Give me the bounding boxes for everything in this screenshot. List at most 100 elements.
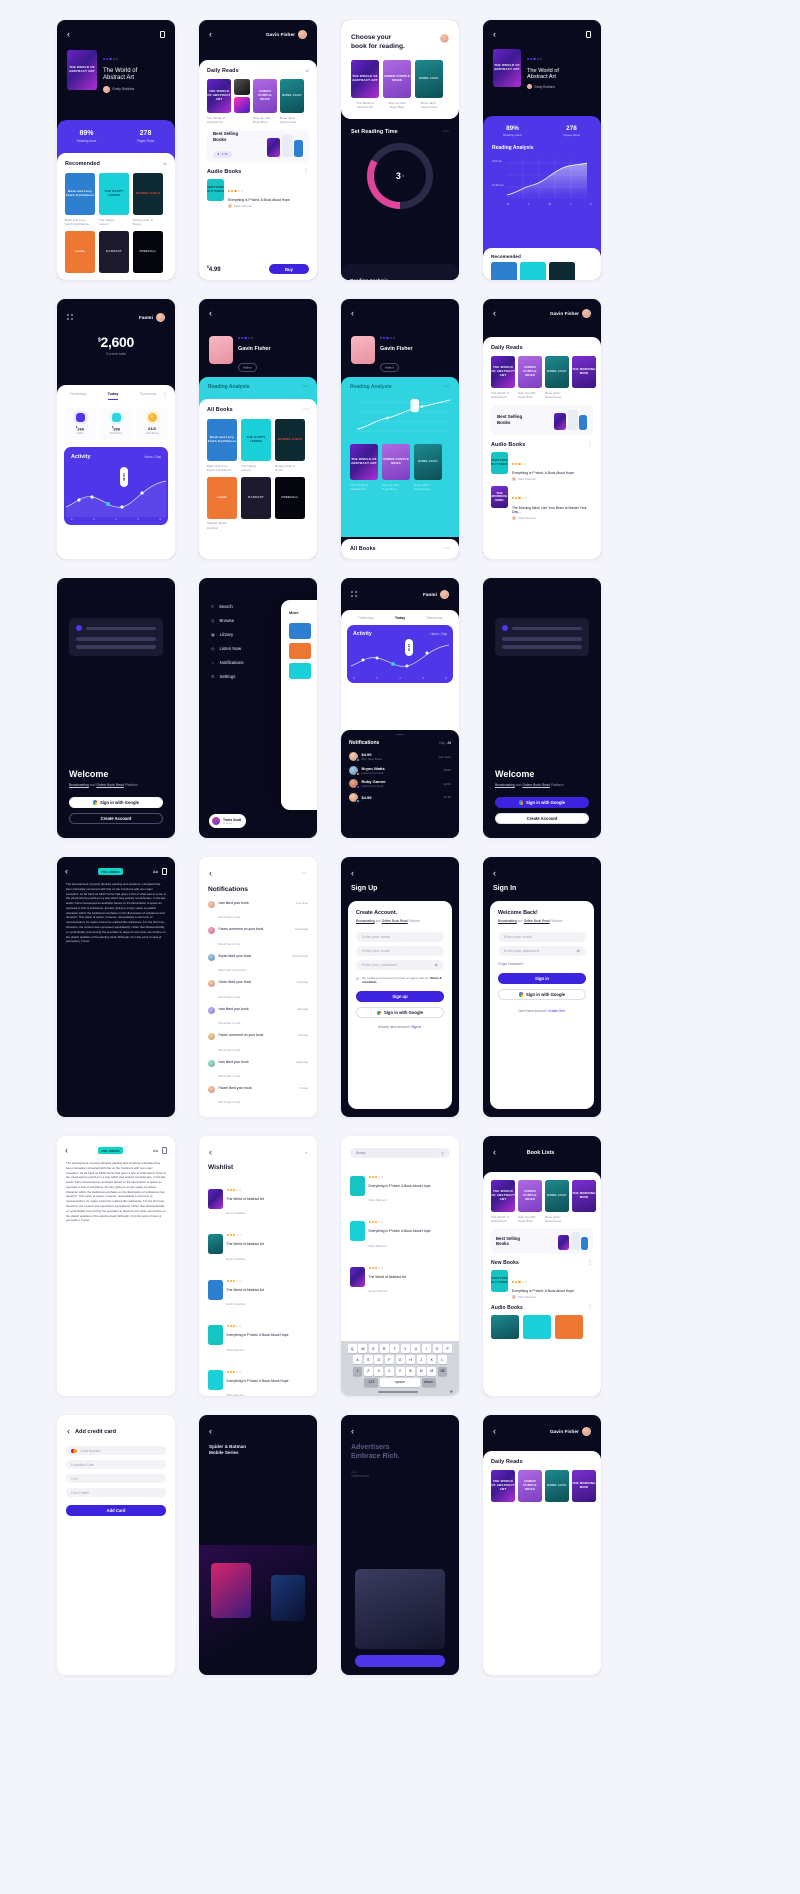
wishlist-item[interactable]: The World of Abstract Art Emily Robbins [208, 1269, 308, 1310]
kebab-icon[interactable]: ⋯ [444, 384, 450, 390]
search-result[interactable]: Everything is F*cked: A Book About Hope … [350, 1210, 450, 1251]
kebab-icon[interactable]: ⋮ [587, 442, 593, 448]
list-item[interactable]: Owen liked your book Book Day of Life Tu… [208, 980, 308, 1002]
kebab-icon[interactable]: ⋯ [443, 129, 449, 135]
back-icon[interactable]: ‹ [493, 869, 496, 878]
password-input[interactable]: Enter your password ◉ [498, 945, 586, 956]
back-icon[interactable]: ‹ [67, 1427, 70, 1436]
tab-yesterday[interactable]: Yesterday [70, 392, 87, 400]
screen-reading-analysis[interactable]: ‹ THE WORLD OF ABSTRACT ART The World of… [483, 20, 601, 280]
eye-icon[interactable]: ◉ [435, 962, 439, 967]
kebab-icon[interactable]: ⋯ [444, 546, 450, 552]
notification-item[interactable]: Ruby Garner Liked your book 12:00 [349, 779, 451, 790]
ads-cta-button[interactable] [355, 1655, 445, 1667]
tablet-icon[interactable] [160, 31, 165, 38]
search-input[interactable]: Every: ⚲ [350, 1148, 450, 1158]
back-icon[interactable]: ‹ [351, 869, 354, 878]
key-e[interactable]: E [369, 1344, 379, 1354]
avatar[interactable] [582, 1427, 591, 1436]
kebab-icon[interactable]: ⋯ [301, 871, 307, 877]
author-photo[interactable] [351, 335, 375, 364]
activity-card[interactable]: Activity Hours | Day 12:45 2 3 4 5 6 [64, 447, 168, 526]
screen-reader-light[interactable]: ‹ PRE-ORDER Aa The development of purely… [57, 1136, 175, 1396]
screen-daily-reads-3[interactable]: ‹ Gavin Fisher Daily Reads THE WORLD OF … [483, 1415, 601, 1675]
best-selling-banner[interactable]: Best Selling Books ★ 1.1K [207, 129, 309, 162]
google-signin-button[interactable]: Sign in with Google [498, 988, 586, 1000]
screen-side-menu[interactable]: ⚲ Search ◎ Browse ▣ Library ◎ Listen Now… [199, 578, 317, 838]
all-books-bar[interactable]: All Books ⋯ [341, 539, 459, 559]
list-item[interactable]: Ivan liked your book Book Day of Life Ju… [208, 901, 308, 923]
tablet-icon[interactable] [586, 31, 591, 38]
back-icon[interactable]: ‹ [351, 1427, 354, 1436]
key-o[interactable]: O [432, 1344, 442, 1354]
key-b[interactable]: B [406, 1366, 416, 1376]
font-size-icon[interactable]: Aa [153, 869, 158, 874]
avatar[interactable] [156, 313, 165, 322]
tab-today[interactable]: Today [107, 392, 119, 400]
back-icon[interactable]: ‹ [351, 309, 354, 318]
name-input[interactable]: Enter your name [356, 931, 444, 942]
signin-submit-button[interactable]: Sign in [498, 972, 586, 984]
terms-checkbox[interactable] [356, 976, 360, 981]
key-c[interactable]: C [384, 1366, 394, 1376]
preorder-badge[interactable]: PRE-ORDER [98, 868, 123, 875]
add-card-button[interactable]: Add Card [66, 1505, 166, 1516]
stat-card-sells[interactable]: $260 Sells [64, 408, 96, 441]
screen-wishlist[interactable]: ‹ ⍻ Wishlist The World of Abstract Art E… [199, 1136, 317, 1396]
screen-welcome[interactable]: Welcome Broadcasting and Online Book Rea… [57, 578, 175, 838]
key-s[interactable]: S [363, 1355, 373, 1365]
activity-toggle[interactable]: Hours | Day [144, 455, 161, 459]
best-selling-banner[interactable]: Best Selling Books [491, 404, 593, 435]
create-account-button[interactable]: Create Account [495, 813, 589, 824]
wishlist-item[interactable]: The World of Abstract Art Emily Robbins [208, 1178, 308, 1219]
key-q[interactable]: Q [347, 1344, 357, 1354]
reading-analysis-bar[interactable]: Reading Analysis [341, 264, 459, 280]
list-item[interactable]: Ivan liked your book Book Day of Life Mo… [208, 1006, 308, 1029]
numbers-key[interactable]: 123 [364, 1377, 379, 1387]
cover-thumb[interactable] [234, 97, 250, 113]
activity-toggle[interactable]: Hours | Day [430, 632, 447, 636]
key-d[interactable]: D [374, 1355, 384, 1365]
create-account-link[interactable]: Create One. [548, 1009, 565, 1013]
cover-thumb[interactable] [234, 79, 250, 95]
screen-author-analysis[interactable]: ‹ Gavin Fisher Author Reading Analysis ⋯ [341, 299, 459, 559]
key-z[interactable]: Z [363, 1366, 373, 1376]
card-holder-input[interactable]: Card Holder [66, 1488, 166, 1497]
grid-menu-icon[interactable] [67, 314, 74, 321]
screen-daily-reads-2[interactable]: ‹ Gavin Fisher Daily Reads THE WORLD OF … [483, 299, 601, 559]
expiration-input[interactable]: Expiration Date [66, 1460, 166, 1469]
drag-handle[interactable] [396, 734, 404, 736]
key-t[interactable]: T [390, 1344, 400, 1354]
screen-choose-book[interactable]: Choose your book for reading. THE WORLD … [341, 20, 459, 280]
home-indicator[interactable] [378, 1391, 419, 1394]
key-k[interactable]: K [427, 1355, 437, 1365]
stat-card-add-book[interactable]: + 01/3 Add Book [136, 408, 168, 441]
notification-item[interactable]: $4.99 Buy New Book Just Now [349, 752, 451, 763]
key-n[interactable]: N [416, 1366, 426, 1376]
screen-reader-dark[interactable]: ‹ PRE-ORDER Aa The development of purely… [57, 857, 175, 1117]
back-icon[interactable]: ‹ [209, 309, 212, 318]
promo-poster[interactable] [211, 1563, 251, 1618]
forgot-password-link[interactable]: Forgot Password? [498, 962, 586, 966]
grid-menu-icon[interactable] [351, 591, 358, 598]
back-icon[interactable]: ‹ [65, 1146, 68, 1155]
reading-time-dial[interactable]: 3 h [367, 142, 433, 209]
backspace-key[interactable]: ⌫ [437, 1366, 447, 1376]
screen-book-lists[interactable]: ‹ Book Lists THE WORLD OF ABSTRACT ART T… [483, 1136, 601, 1396]
key-h[interactable]: H [406, 1355, 416, 1365]
book-cover[interactable]: THE WORLD OF ABSTRACT ART [67, 49, 97, 90]
google-signin-button[interactable]: Sign in with Google [495, 797, 589, 808]
google-signin-button[interactable]: Sign in with Google [356, 1007, 444, 1019]
screen-promo[interactable]: ‹ Spider & Batman Mobile Series [199, 1415, 317, 1675]
screen-author-profile[interactable]: ‹ Gavin Fisher Author Reading Analysis ⋯… [199, 299, 317, 559]
space-key[interactable]: space [380, 1377, 420, 1387]
avatar[interactable] [298, 30, 307, 39]
key-y[interactable]: Y [400, 1344, 410, 1354]
wishlist-item[interactable]: The World of Abstract Art Emily Robbins [208, 1223, 308, 1264]
mini-player[interactable]: Travis Scott Ic Icons [209, 814, 247, 828]
buy-button[interactable]: Buy [269, 264, 309, 274]
font-size-icon[interactable]: Aa [153, 1148, 158, 1153]
back-icon[interactable]: ‹ [209, 1148, 212, 1157]
back-icon[interactable]: ‹ [65, 867, 68, 876]
best-selling-banner[interactable]: Best Selling Books [491, 1227, 593, 1254]
